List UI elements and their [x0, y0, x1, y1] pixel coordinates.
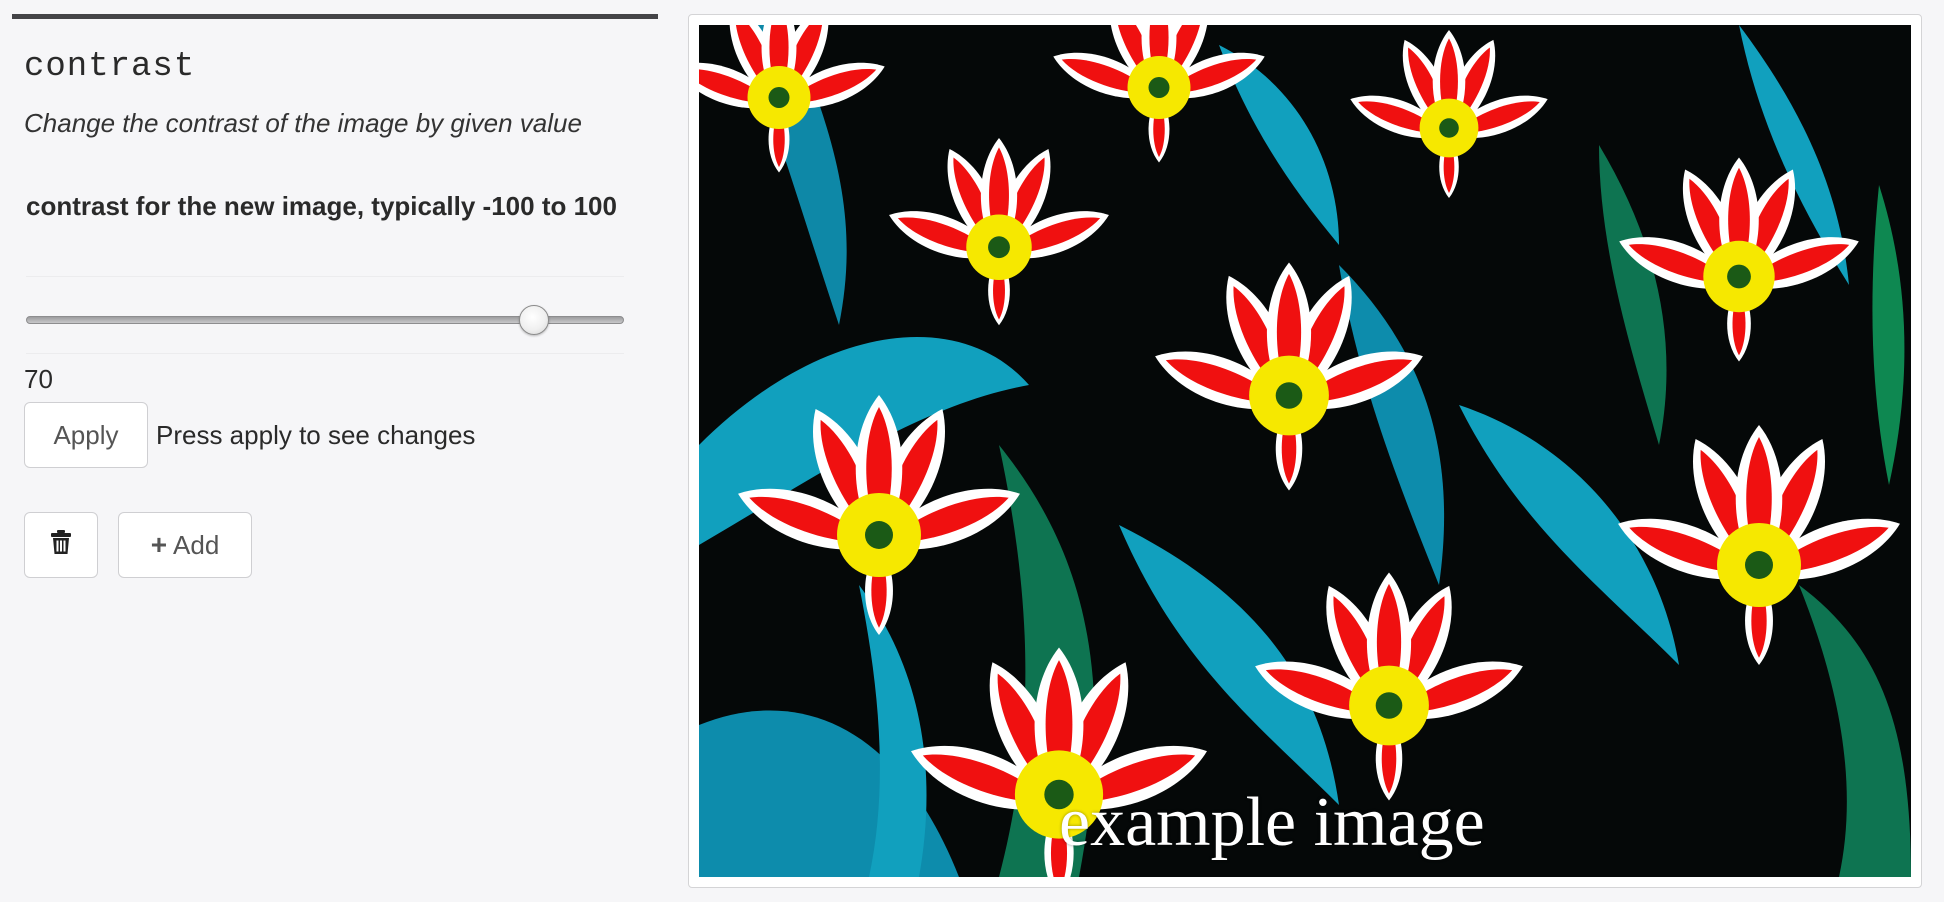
apply-button-label: Apply: [53, 419, 119, 450]
preview-image: example image: [699, 25, 1911, 877]
parameter-label: contrast for the new image, typically -1…: [26, 191, 617, 221]
function-title: contrast: [24, 48, 196, 86]
image-caption: example image: [1059, 784, 1485, 861]
image-preview-frame: example image: [688, 14, 1922, 888]
panel-divider: [12, 14, 658, 19]
delete-button[interactable]: [24, 512, 98, 578]
slider-thumb[interactable]: [519, 305, 550, 335]
app-root: contrast Change the contrast of the imag…: [0, 0, 1944, 902]
function-description: Change the contrast of the image by give…: [24, 108, 582, 138]
add-button-label: Add: [173, 529, 220, 560]
apply-hint: Press apply to see changes: [156, 420, 476, 450]
contrast-slider[interactable]: [26, 276, 624, 354]
trash-icon: [51, 529, 71, 561]
add-button[interactable]: + Add: [118, 512, 252, 578]
tulip-image: [699, 25, 1911, 877]
apply-button[interactable]: Apply: [24, 402, 148, 468]
function-panel: contrast Change the contrast of the imag…: [12, 14, 658, 874]
slider-value: 70: [24, 364, 53, 394]
plus-icon: +: [150, 529, 168, 560]
